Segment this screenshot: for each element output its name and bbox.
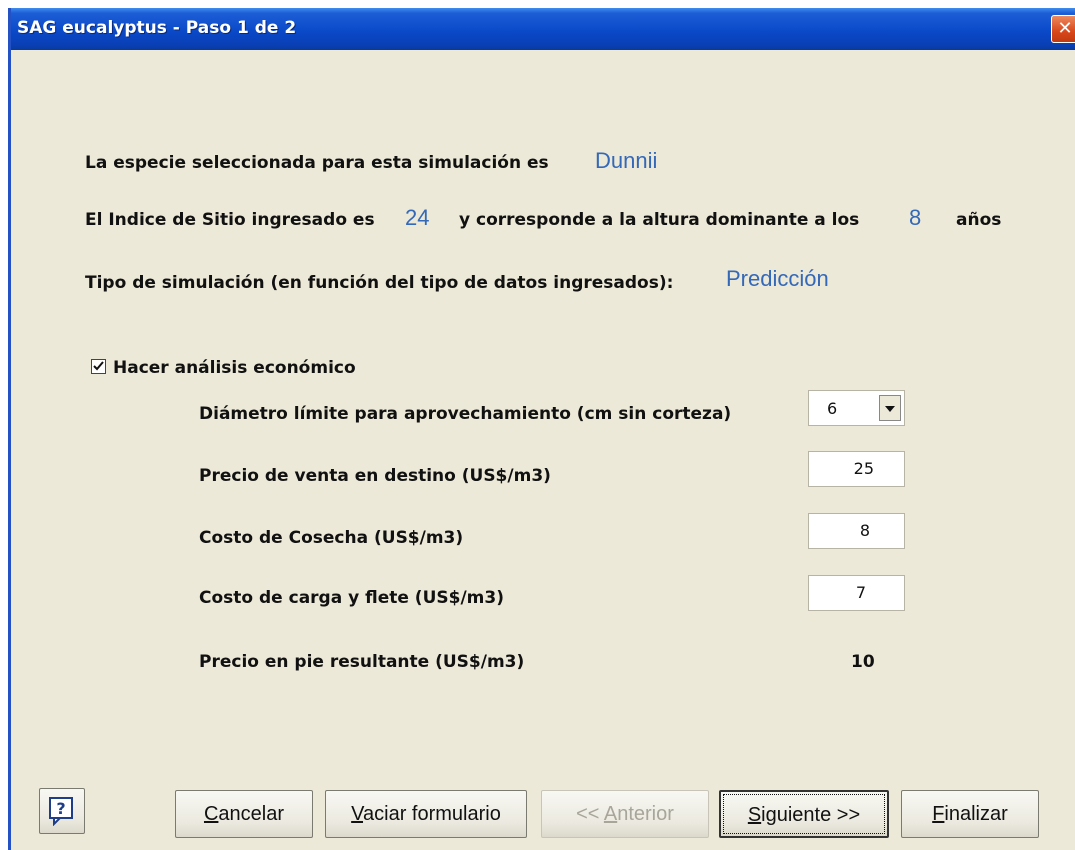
clear-accel: V — [351, 803, 364, 825]
economic-analysis-checkbox[interactable] — [91, 359, 106, 374]
freight-cost-input[interactable]: 7 — [808, 575, 905, 611]
close-button[interactable]: ✕ — [1051, 15, 1075, 43]
diameter-select[interactable]: 6 — [808, 390, 905, 426]
next-accel: S — [747, 804, 762, 826]
clear-label: aciar formulario — [363, 803, 501, 825]
diameter-select-value: 6 — [827, 399, 838, 418]
age-unit: años — [956, 210, 1002, 230]
previous-prefix: << — [576, 803, 604, 825]
freight-cost-label: Costo de carga y flete (US$/m3) — [199, 588, 504, 608]
next-button[interactable]: Siguiente >> — [719, 790, 889, 838]
next-label: iguiente >> — [761, 804, 861, 826]
close-icon: ✕ — [1057, 18, 1073, 39]
help-icon: ? — [49, 797, 73, 826]
species-value: Dunnii — [595, 148, 658, 173]
previous-button[interactable]: << Anterior — [541, 790, 709, 838]
cancel-accel: C — [203, 803, 219, 825]
previous-label: nterior — [617, 803, 674, 825]
finish-accel: F — [932, 803, 945, 825]
age-value: 8 — [909, 205, 922, 230]
svg-text:?: ? — [56, 799, 65, 818]
stumpage-label: Precio en pie resultante (US$/m3) — [199, 652, 525, 672]
diameter-label: Diámetro límite para aprovechamiento (cm… — [199, 404, 732, 424]
site-index-value: 24 — [405, 205, 430, 230]
stumpage-value: 10 — [851, 652, 875, 672]
title-bar[interactable]: SAG eucalyptus - Paso 1 de 2 ✕ — [11, 8, 1075, 50]
sim-type-value: Predicción — [726, 266, 829, 291]
window-title: SAG eucalyptus - Paso 1 de 2 — [17, 18, 297, 38]
sim-type-label: Tipo de simulación (en función del tipo … — [85, 273, 674, 293]
previous-accel: A — [603, 803, 618, 825]
help-button[interactable]: ? — [39, 788, 85, 834]
harvest-cost-label: Costo de Cosecha (US$/m3) — [199, 528, 464, 548]
finish-button[interactable]: Finalizar — [901, 790, 1039, 838]
chevron-down-icon[interactable] — [879, 395, 901, 421]
dialog-window: SAG eucalyptus - Paso 1 de 2 ✕ La especi… — [8, 8, 1075, 850]
cancel-label: ancelar — [218, 803, 285, 825]
cancel-button[interactable]: Cancelar — [175, 790, 313, 838]
economic-analysis-label[interactable]: Hacer análisis económico — [113, 358, 356, 378]
sale-price-label: Precio de venta en destino (US$/m3) — [199, 466, 551, 486]
species-label: La especie seleccionada para esta simula… — [85, 153, 549, 173]
finish-label: inalizar — [944, 803, 1008, 825]
site-index-label: El Indice de Sitio ingresado es — [85, 210, 375, 230]
harvest-cost-input[interactable]: 8 — [808, 513, 905, 549]
checkmark-icon — [93, 361, 104, 371]
clear-form-button[interactable]: Vaciar formulario — [325, 790, 527, 838]
sale-price-input[interactable]: 25 — [808, 451, 905, 487]
site-index-mid-text: y corresponde a la altura dominante a lo… — [459, 210, 860, 230]
